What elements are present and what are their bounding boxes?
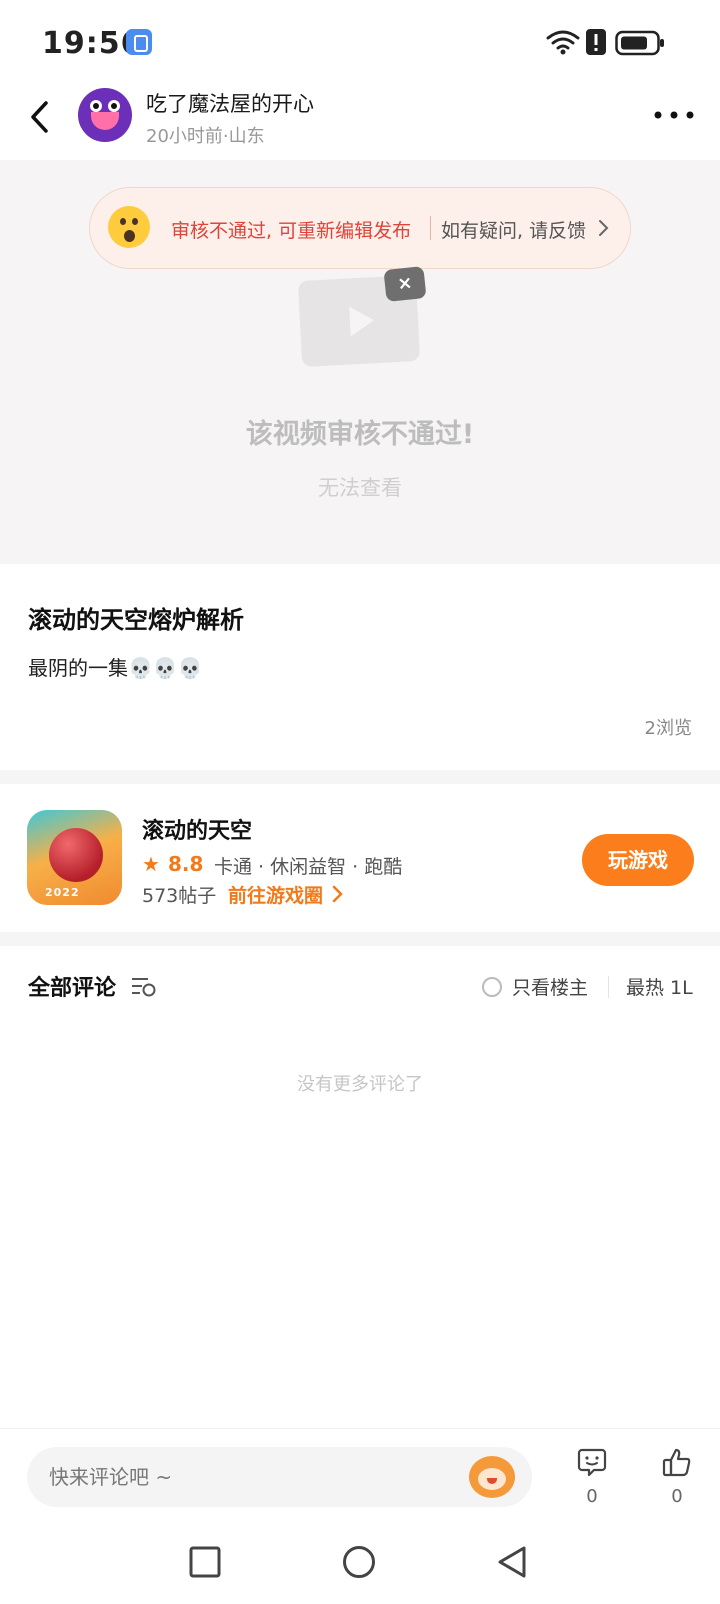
game-tags: 卡通 · 休闲益智 · 跑酷 (214, 856, 403, 878)
game-rating: 8.8 (168, 852, 204, 876)
comment-icon (577, 1448, 607, 1477)
game-app-icon[interactable]: 2022 (27, 810, 122, 905)
video-rejected-subtitle: 无法查看 (318, 476, 402, 500)
review-failed-message: 审核不通过, 可重新编辑发布 (171, 220, 412, 242)
game-post-count: 573帖子 (142, 885, 217, 907)
video-blocked-icon: × (383, 265, 427, 303)
video-rejected-title: 该视频审核不通过! (245, 419, 475, 450)
like-count: 0 (671, 1486, 683, 1507)
owner-only-radio[interactable] (482, 977, 502, 997)
comments-title: 全部评论 (28, 976, 117, 1001)
back-button[interactable] (26, 100, 54, 134)
chevron-right-icon (332, 884, 344, 904)
author-avatar[interactable] (78, 88, 132, 142)
game-name[interactable]: 滚动的天空 (142, 813, 252, 845)
sort-divider (608, 976, 609, 998)
like-button[interactable] (662, 1447, 692, 1477)
banner-divider (430, 216, 431, 240)
no-more-comments: 没有更多评论了 (297, 1074, 423, 1095)
more-button[interactable] (652, 104, 696, 126)
comment-count: 0 (586, 1486, 598, 1507)
wifi-icon (546, 29, 580, 55)
game-circle-link[interactable]: 前往游戏圈 (228, 881, 323, 908)
feedback-link[interactable]: 如有疑问, 请反馈 (441, 216, 586, 243)
circle-icon (343, 1546, 375, 1578)
game-icon-year: 2022 (45, 886, 80, 899)
triangle-back-icon (498, 1546, 526, 1578)
back-nav-button[interactable] (496, 1545, 528, 1579)
battery-icon (615, 30, 665, 56)
back-arrow-icon (31, 101, 48, 133)
view-count: 2浏览 (644, 718, 692, 739)
author-name[interactable]: 吃了魔法屋的开心 (146, 88, 314, 118)
post-meta: 20小时前·山东 (146, 126, 265, 147)
chevron-right-icon (598, 218, 610, 238)
play-game-button[interactable]: 玩游戏 (582, 834, 694, 886)
home-button[interactable] (342, 1545, 376, 1579)
more-dots-icon (654, 111, 694, 119)
alert-icon (586, 29, 606, 55)
comment-button[interactable] (577, 1447, 607, 1477)
post-body: 最阴的一集💀💀💀 (28, 656, 203, 680)
square-icon (189, 1546, 221, 1578)
sort-hot-toggle[interactable]: 最热 1L (626, 973, 696, 1000)
star-icon: ★ (142, 852, 160, 876)
recent-apps-button[interactable] (189, 1546, 221, 1578)
section-divider (0, 932, 720, 946)
comment-input[interactable] (27, 1447, 532, 1507)
app-notification-icon (126, 29, 152, 55)
thumbs-up-icon (662, 1448, 691, 1477)
section-divider (0, 770, 720, 784)
worried-face-icon (108, 206, 150, 248)
post-title: 滚动的天空熔炉解析 (28, 606, 244, 634)
mascot-emoji-icon[interactable] (469, 1456, 515, 1498)
comment-filter-icon[interactable] (131, 975, 157, 999)
owner-only-label[interactable]: 只看楼主 (512, 973, 588, 1000)
